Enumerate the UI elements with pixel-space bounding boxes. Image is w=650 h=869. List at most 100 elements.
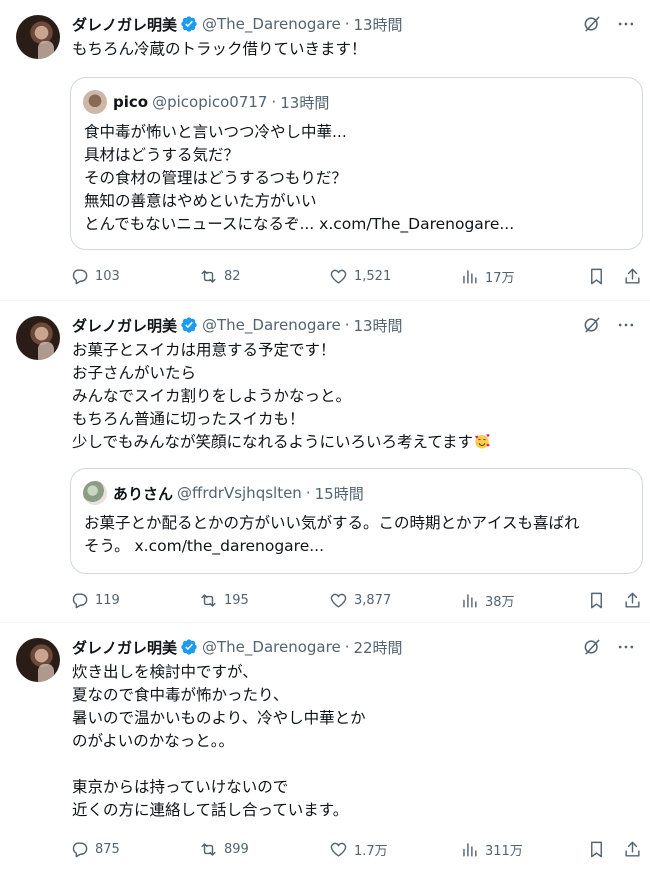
reply-button[interactable]: 119: [70, 591, 120, 610]
share-icon: [625, 592, 640, 608]
quoted-author-name: ありさん: [113, 484, 174, 503]
tweet[interactable]: ダレノガレ明美 @The_Darenogare · 22時間 炊き出しを検討中で…: [0, 623, 650, 869]
views-count: 17万: [485, 270, 515, 286]
views-icon: [463, 269, 477, 284]
heart-icon: [330, 593, 347, 608]
bookmark-icon: [591, 592, 602, 608]
action-bar: 119 195 3,877 38万: [70, 589, 642, 611]
author-name[interactable]: ダレノガレ明美: [72, 315, 177, 336]
share-button[interactable]: [623, 591, 642, 610]
quoted-tweet[interactable]: ありさん @ffrdrVsjhqslten · 15時間 お菓子とか配るとかの方…: [70, 468, 643, 574]
heart-icon: [330, 842, 347, 857]
timestamp[interactable]: 13時間: [353, 315, 402, 336]
views-icon: [463, 593, 477, 608]
avatar[interactable]: [16, 638, 60, 682]
views-count: 311万: [485, 843, 523, 859]
share-icon: [625, 268, 640, 284]
views-button[interactable]: 17万: [460, 267, 515, 286]
quoted-author-handle: @ffrdrVsjhqslten: [177, 484, 302, 502]
separator-dot: ·: [344, 638, 350, 656]
like-count: 1.7万: [354, 843, 388, 859]
tweet-text: もちろん冷蔵のトラック借りていきます！: [72, 40, 367, 58]
author-handle[interactable]: @The_Darenogare: [202, 316, 341, 334]
author-name[interactable]: ダレノガレ明美: [72, 637, 177, 658]
verified-badge-icon: [181, 317, 197, 333]
separator-dot: ·: [305, 484, 311, 502]
retweet-icon: [201, 269, 216, 283]
retweet-button[interactable]: 195: [199, 591, 249, 610]
tweet[interactable]: ダレノガレ明美 @The_Darenogare · 13時間 お菓子とスイカは用…: [0, 301, 650, 623]
bookmark-button[interactable]: [587, 267, 606, 286]
bookmark-button[interactable]: [587, 591, 606, 610]
timestamp[interactable]: 22時間: [353, 637, 402, 658]
like-button[interactable]: 1,521: [329, 267, 391, 286]
views-button[interactable]: 311万: [460, 840, 523, 859]
reply-button[interactable]: 103: [70, 267, 120, 286]
tweet-header: ダレノガレ明美 @The_Darenogare · 22時間: [72, 635, 636, 659]
quoted-avatar: [83, 481, 107, 505]
tweet-header: ダレノガレ明美 @The_Darenogare · 13時間: [72, 313, 636, 337]
bookmark-icon: [591, 268, 602, 284]
quoted-tweet[interactable]: pico @picopico0717 · 13時間 食中毒が怖いと言いつつ冷やし…: [70, 77, 643, 250]
grok-icon[interactable]: [582, 14, 602, 34]
reply-count: 119: [95, 592, 120, 608]
reply-icon: [72, 592, 88, 608]
tweet-text-body: お菓子とスイカは用意する予定です！ お子さんがいたら みんなでスイカ割りをしよう…: [72, 341, 473, 451]
retweet-icon: [201, 593, 216, 607]
share-icon: [625, 841, 640, 857]
heart-icon: [330, 269, 347, 284]
quoted-text: 食中毒が怖いと言いつつ冷やし中華... 具材はどうする気だ？ その食材の管理はど…: [84, 123, 515, 233]
more-icon[interactable]: [616, 315, 636, 335]
retweet-count: 195: [224, 592, 249, 608]
author-name[interactable]: ダレノガレ明美: [72, 14, 177, 35]
smiling-face-with-hearts-icon: [475, 434, 490, 449]
action-bar: 103 82 1,521 17万: [70, 265, 642, 287]
verified-badge-icon: [181, 639, 197, 655]
separator-dot: ·: [344, 316, 350, 334]
quoted-text: お菓子とか配るとかの方がいい気がする。この時期とかアイスも喜ばれ そう。 x.c…: [84, 514, 580, 555]
reply-count: 103: [95, 268, 120, 284]
share-button[interactable]: [623, 267, 642, 286]
quoted-timestamp: 15時間: [314, 484, 364, 503]
tweet[interactable]: ダレノガレ明美 @The_Darenogare · 13時間 もちろん冷蔵のトラ…: [0, 0, 650, 301]
retweet-count: 899: [224, 841, 249, 857]
views-button[interactable]: 38万: [460, 591, 515, 610]
quoted-author-name: pico: [113, 93, 149, 111]
like-button[interactable]: 3,877: [329, 591, 391, 610]
reply-count: 875: [95, 841, 120, 857]
avatar[interactable]: [16, 15, 60, 59]
quoted-author-handle: @picopico0717: [152, 93, 268, 111]
tweet-text: 炊き出しを検討中ですが、 夏なので食中毒が怖かったり、 暑いので温かいものより、…: [72, 663, 366, 819]
retweet-button[interactable]: 899: [199, 840, 249, 859]
separator-dot: ·: [271, 93, 277, 111]
like-button[interactable]: 1.7万: [329, 840, 388, 859]
like-count: 1,521: [354, 268, 392, 284]
retweet-icon: [201, 842, 216, 856]
bookmark-button[interactable]: [587, 840, 606, 859]
bookmark-icon: [591, 841, 602, 857]
author-handle[interactable]: @The_Darenogare: [202, 15, 341, 33]
retweet-count: 82: [224, 268, 241, 284]
grok-icon[interactable]: [582, 315, 602, 335]
reply-button[interactable]: 875: [70, 840, 120, 859]
more-icon[interactable]: [616, 14, 636, 34]
like-count: 3,877: [354, 592, 392, 608]
grok-icon[interactable]: [582, 637, 602, 657]
views-icon: [463, 842, 477, 857]
share-button[interactable]: [623, 840, 642, 859]
separator-dot: ·: [344, 15, 350, 33]
verified-badge-icon: [181, 16, 197, 32]
quoted-timestamp: 13時間: [280, 93, 330, 112]
author-handle[interactable]: @The_Darenogare: [202, 638, 341, 656]
retweet-button[interactable]: 82: [199, 267, 241, 286]
tweet-header: ダレノガレ明美 @The_Darenogare · 13時間: [72, 12, 636, 36]
views-count: 38万: [485, 594, 515, 610]
tweet-text: お菓子とスイカは用意する予定です！ お子さんがいたら みんなでスイカ割りをしよう…: [72, 339, 636, 454]
avatar[interactable]: [16, 316, 60, 360]
reply-icon: [72, 841, 88, 857]
timestamp[interactable]: 13時間: [353, 14, 402, 35]
quoted-avatar: [83, 90, 107, 114]
reply-icon: [72, 268, 88, 284]
action-bar: 875 899 1.7万 311万: [70, 838, 642, 860]
more-icon[interactable]: [616, 637, 636, 657]
